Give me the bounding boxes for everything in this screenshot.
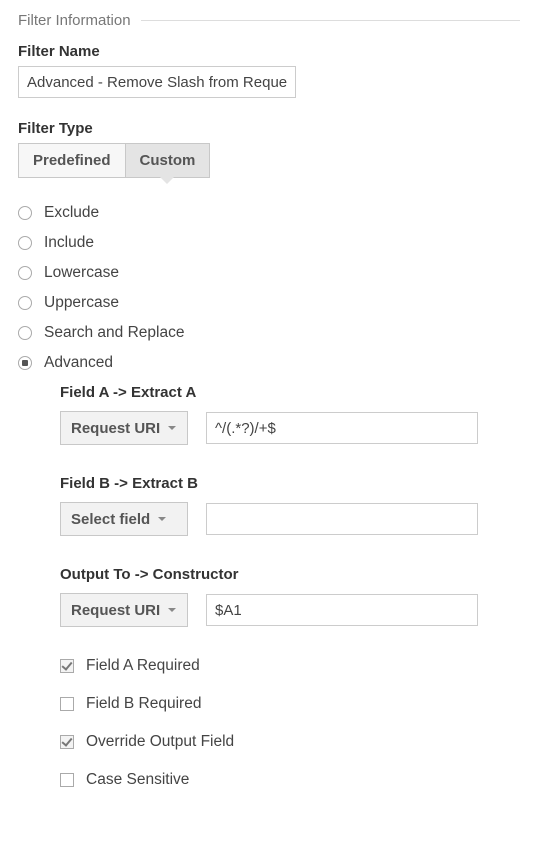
check-field-a-required[interactable]: Field A Required <box>60 657 520 675</box>
radio-label: Advanced <box>44 354 113 372</box>
section-legend: Filter Information <box>18 12 520 29</box>
advanced-settings: Field A -> Extract A Request URI Field B… <box>60 384 520 789</box>
field-b-pattern-input[interactable] <box>206 503 478 535</box>
radio-icon <box>18 356 32 370</box>
radio-include[interactable]: Include <box>18 234 520 252</box>
checkbox-icon <box>60 659 74 673</box>
output-label: Output To -> Constructor <box>60 566 520 583</box>
radio-icon <box>18 326 32 340</box>
filter-name-input[interactable] <box>18 66 296 98</box>
checkbox-icon <box>60 773 74 787</box>
radio-search-replace[interactable]: Search and Replace <box>18 324 520 342</box>
radio-label: Search and Replace <box>44 324 184 342</box>
radio-icon <box>18 206 32 220</box>
field-a-dropdown[interactable]: Request URI <box>60 411 188 445</box>
chevron-down-icon <box>168 608 176 612</box>
divider-line <box>141 20 520 21</box>
filter-name-label: Filter Name <box>18 43 520 60</box>
chevron-down-icon <box>168 426 176 430</box>
radio-exclude[interactable]: Exclude <box>18 204 520 222</box>
check-case-sensitive[interactable]: Case Sensitive <box>60 771 520 789</box>
section-legend-text: Filter Information <box>18 12 131 29</box>
check-label: Override Output Field <box>86 733 234 751</box>
radio-icon <box>18 296 32 310</box>
field-b-dropdown[interactable]: Select field <box>60 502 188 536</box>
tab-custom[interactable]: Custom <box>126 143 211 178</box>
filter-type-tabs: Predefined Custom <box>18 143 520 178</box>
radio-advanced[interactable]: Advanced <box>18 354 520 372</box>
dropdown-value: Select field <box>71 511 150 528</box>
check-label: Field B Required <box>86 695 201 713</box>
field-b-label: Field B -> Extract B <box>60 475 520 492</box>
radio-label: Uppercase <box>44 294 119 312</box>
checkbox-icon <box>60 735 74 749</box>
radio-icon <box>18 266 32 280</box>
tab-predefined[interactable]: Predefined <box>18 143 126 178</box>
radio-icon <box>18 236 32 250</box>
output-pattern-input[interactable] <box>206 594 478 626</box>
check-label: Case Sensitive <box>86 771 189 789</box>
chevron-down-icon <box>158 517 166 521</box>
radio-label: Lowercase <box>44 264 119 282</box>
dropdown-value: Request URI <box>71 420 160 437</box>
advanced-options: Field A Required Field B Required Overri… <box>60 657 520 789</box>
radio-label: Include <box>44 234 94 252</box>
dropdown-value: Request URI <box>71 602 160 619</box>
output-dropdown[interactable]: Request URI <box>60 593 188 627</box>
field-a-label: Field A -> Extract A <box>60 384 520 401</box>
checkbox-icon <box>60 697 74 711</box>
check-override-output[interactable]: Override Output Field <box>60 733 520 751</box>
check-label: Field A Required <box>86 657 200 675</box>
check-field-b-required[interactable]: Field B Required <box>60 695 520 713</box>
filter-type-label: Filter Type <box>18 120 520 137</box>
field-a-pattern-input[interactable] <box>206 412 478 444</box>
radio-uppercase[interactable]: Uppercase <box>18 294 520 312</box>
filter-mode-radios: Exclude Include Lowercase Uppercase Sear… <box>18 204 520 372</box>
radio-label: Exclude <box>44 204 99 222</box>
radio-lowercase[interactable]: Lowercase <box>18 264 520 282</box>
